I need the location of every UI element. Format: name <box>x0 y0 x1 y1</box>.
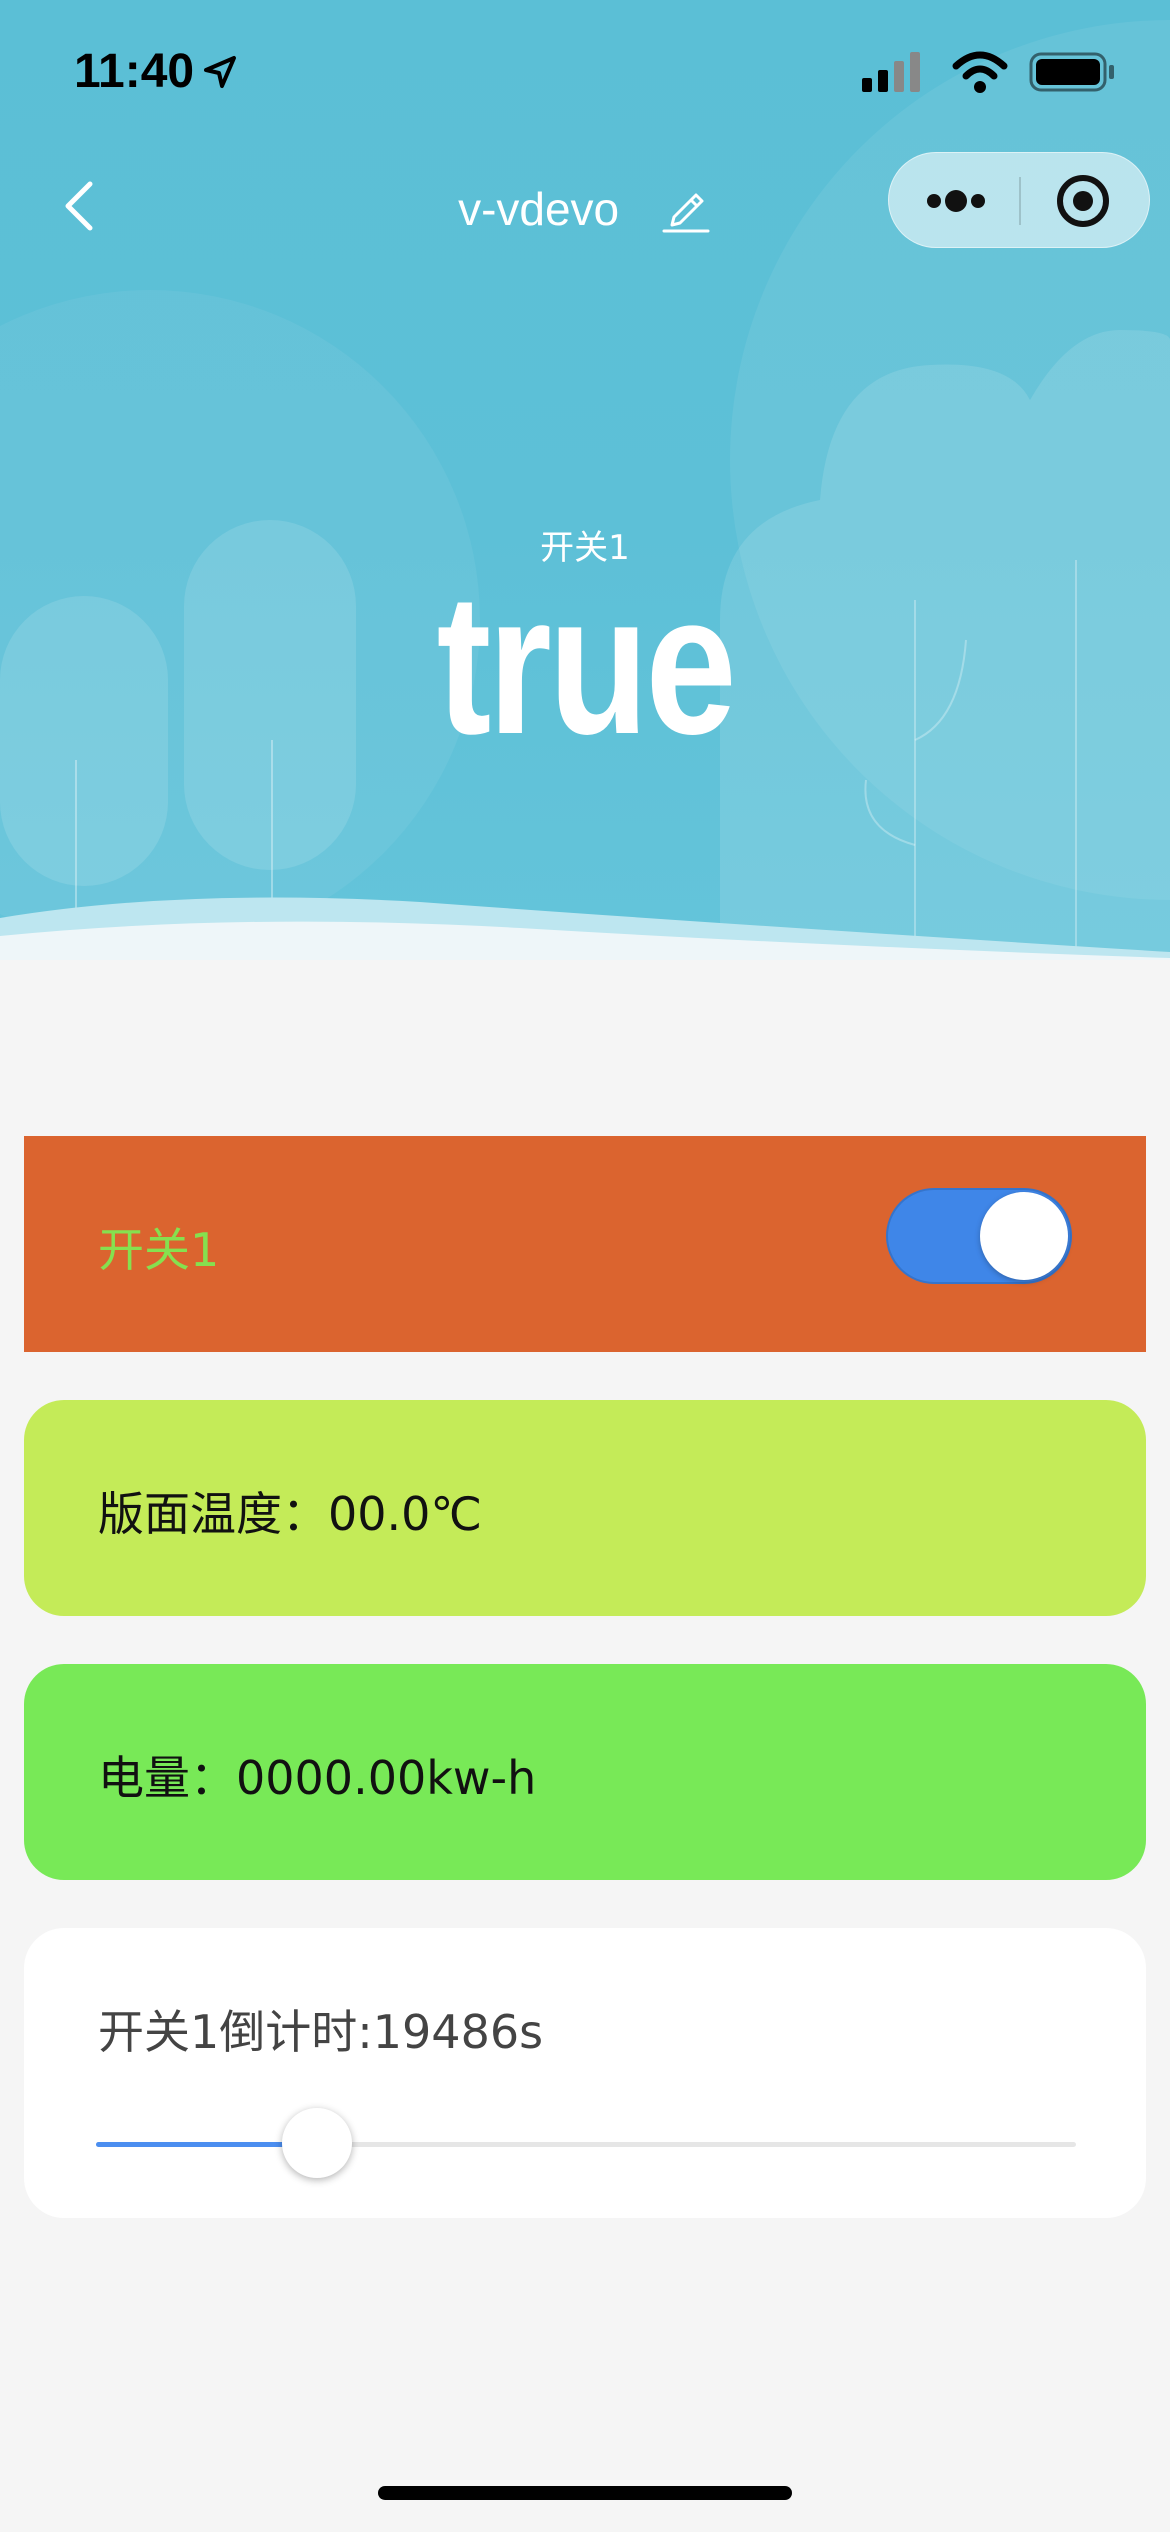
status-time: 11:40 <box>74 45 195 98</box>
countdown-slider[interactable] <box>96 2108 1076 2178</box>
toggle-knob <box>980 1192 1068 1280</box>
slider-thumb[interactable] <box>281 2108 352 2178</box>
countdown-label: 开关1倒计时:19486s <box>98 2005 544 2059</box>
power-label: 电量： <box>98 1751 236 1805</box>
countdown-card: 开关1倒计时:19486s <box>24 1928 1146 2218</box>
power-text: 电量：0000.00kw-h <box>98 1742 536 1808</box>
power-value: 0000.00kw-h <box>236 1751 537 1805</box>
power-card: 电量：0000.00kw-h <box>24 1664 1146 1880</box>
more-dots-icon[interactable] <box>889 153 1019 249</box>
temperature-card: 版面温度：00.0℃ <box>24 1400 1146 1616</box>
home-indicator[interactable] <box>378 2486 792 2500</box>
switch-toggle[interactable] <box>886 1188 1072 1284</box>
location-arrow-icon <box>204 56 236 88</box>
status-icons <box>862 51 1114 93</box>
wifi-icon <box>952 51 1008 93</box>
mini-program-capsule <box>888 152 1150 248</box>
pencil-icon[interactable] <box>660 183 712 235</box>
hero-value: true <box>436 553 737 776</box>
status-bar: 11:40 <box>0 0 1170 150</box>
temperature-text: 版面温度：00.0℃ <box>98 1478 482 1544</box>
close-target-icon[interactable] <box>1021 153 1151 249</box>
signal-icon <box>862 52 920 92</box>
switch-card: 开关1 <box>24 1136 1146 1352</box>
chevron-left-icon[interactable] <box>52 172 112 242</box>
temperature-label: 版面温度： <box>98 1487 328 1541</box>
switch-label: 开关1 <box>98 1223 220 1277</box>
temperature-value: 00.0℃ <box>328 1487 483 1541</box>
battery-icon <box>1029 52 1114 92</box>
